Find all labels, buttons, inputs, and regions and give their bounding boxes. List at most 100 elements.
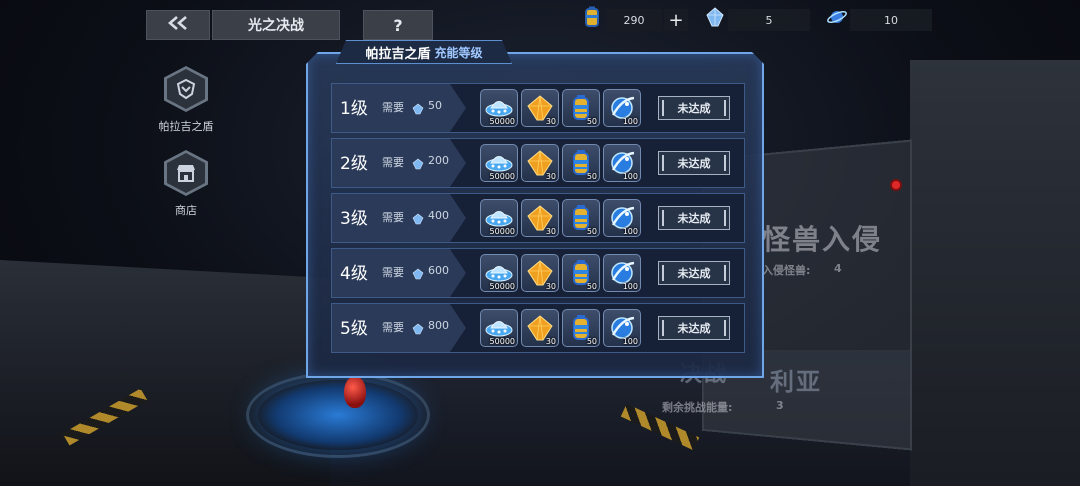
reward-item[interactable]: 100 [603,144,641,182]
crystal-icon [412,100,424,115]
reward-count: 30 [545,172,556,181]
requirement-value: 50 [428,99,442,112]
reward-count: 50 [586,282,597,291]
hex-frame [164,66,208,112]
requirement-label: 需要 [382,266,404,279]
reward-item[interactable]: 30 [521,144,559,182]
shop-icon [167,153,205,193]
reward-item[interactable]: 30 [521,89,559,127]
crystal-icon [412,210,424,225]
requirement-value: 400 [428,209,449,222]
reward-count: 50 [586,227,597,236]
energy-battery-icon [582,6,604,28]
claim-status-button[interactable]: 未达成 [658,206,730,230]
reward-count: 50000 [489,172,515,181]
battle-energy-value: 3 [776,399,784,412]
event-title: 怪兽入侵 [762,223,883,256]
crystal-icon [412,320,424,335]
reward-count: 50000 [489,117,515,126]
reward-count: 30 [545,227,556,236]
reward-item[interactable]: 100 [603,309,641,347]
planet-ring-icon [826,6,848,28]
reward-count: 50000 [489,337,515,346]
reward-item[interactable]: 50 [562,199,600,237]
reward-item[interactable]: 50 [562,309,600,347]
claim-status-button[interactable]: 未达成 [658,151,730,175]
reward-count: 100 [622,117,638,126]
side-item-label: 商店 [175,204,197,217]
requirement-label: 需要 [382,321,404,334]
dialog-title: 帕拉吉之盾 充能等级 [336,40,512,64]
shield-emblem-icon [167,69,205,109]
add-energy-button[interactable]: + [664,9,688,31]
level-name: 3级 [340,209,368,229]
crystal-icon [412,265,424,280]
crystal-icon [412,155,424,170]
reward-item[interactable]: 50 [562,144,600,182]
reward-item[interactable]: 50 [562,254,600,292]
double-chevron-left-icon [167,16,189,34]
reward-item[interactable]: 30 [521,309,559,347]
planet-counter: 10 [850,9,932,31]
hex-frame [164,150,208,196]
claim-status-button[interactable]: 未达成 [658,261,730,285]
reward-count: 100 [622,227,638,236]
requirement-label: 需要 [382,211,404,224]
reward-item[interactable]: 100 [603,89,641,127]
reward-item[interactable]: 30 [521,199,559,237]
battle-title-2: 利亚 [770,368,822,396]
side-item-shield[interactable]: 帕拉吉之盾 [148,66,224,134]
requirement-label: 需要 [382,156,404,169]
side-item-shop[interactable]: 商店 [148,150,224,218]
level-name: 1级 [340,99,368,119]
reward-item[interactable]: 50 [562,89,600,127]
reward-count: 50000 [489,227,515,236]
level-row: 2级 需要 200 50000 30 50 100 未达成 [331,138,745,188]
reward-count: 30 [545,282,556,291]
reward-count: 30 [545,337,556,346]
level-name: 5级 [340,319,368,339]
level-name: 2级 [340,154,368,174]
battle-energy-label: 剩余挑战能量: [662,401,733,414]
crystal-icon [704,6,726,28]
requirement-value: 800 [428,319,449,332]
help-button[interactable]: ? [363,10,433,40]
level-row: 5级 需要 800 50000 30 50 100 未达成 [331,303,745,353]
level-name: 4级 [340,264,368,284]
reward-count: 50 [586,117,597,126]
back-button[interactable] [146,10,210,40]
page-title: 光之决战 [212,10,340,40]
side-item-label: 帕拉吉之盾 [158,120,214,133]
reward-item[interactable]: 50000 [480,199,518,237]
crystal-counter: 5 [728,9,810,31]
reward-item[interactable]: 50000 [480,89,518,127]
energy-counter: 290 [606,9,662,31]
dialog-title-sub: 充能等级 [434,45,483,60]
reward-count: 50 [586,337,597,346]
requirement-value: 200 [428,154,449,167]
requirement-value: 600 [428,264,449,277]
event-sub-value: 4 [834,262,842,275]
claim-status-button[interactable]: 未达成 [658,96,730,120]
right-wall [910,60,1080,486]
reward-count: 50000 [489,282,515,291]
reward-item[interactable]: 100 [603,199,641,237]
left-machinery [0,260,330,486]
portal-glow [258,380,418,450]
level-row: 3级 需要 400 50000 30 50 100 未达成 [331,193,745,243]
reward-item[interactable]: 50000 [480,254,518,292]
requirement-label: 需要 [382,101,404,114]
level-row: 4级 需要 600 50000 30 50 100 未达成 [331,248,745,298]
reward-count: 100 [622,282,638,291]
event-sub-label: 入侵怪兽: [762,264,811,277]
level-row: 1级 需要 50 50000 30 50 100 未达成 [331,83,745,133]
reward-count: 100 [622,337,638,346]
reward-item[interactable]: 30 [521,254,559,292]
red-lamp [344,376,366,408]
claim-status-button[interactable]: 未达成 [658,316,730,340]
reward-count: 50 [586,172,597,181]
reward-item[interactable]: 100 [603,254,641,292]
reward-item[interactable]: 50000 [480,144,518,182]
reward-count: 30 [545,117,556,126]
reward-item[interactable]: 50000 [480,309,518,347]
